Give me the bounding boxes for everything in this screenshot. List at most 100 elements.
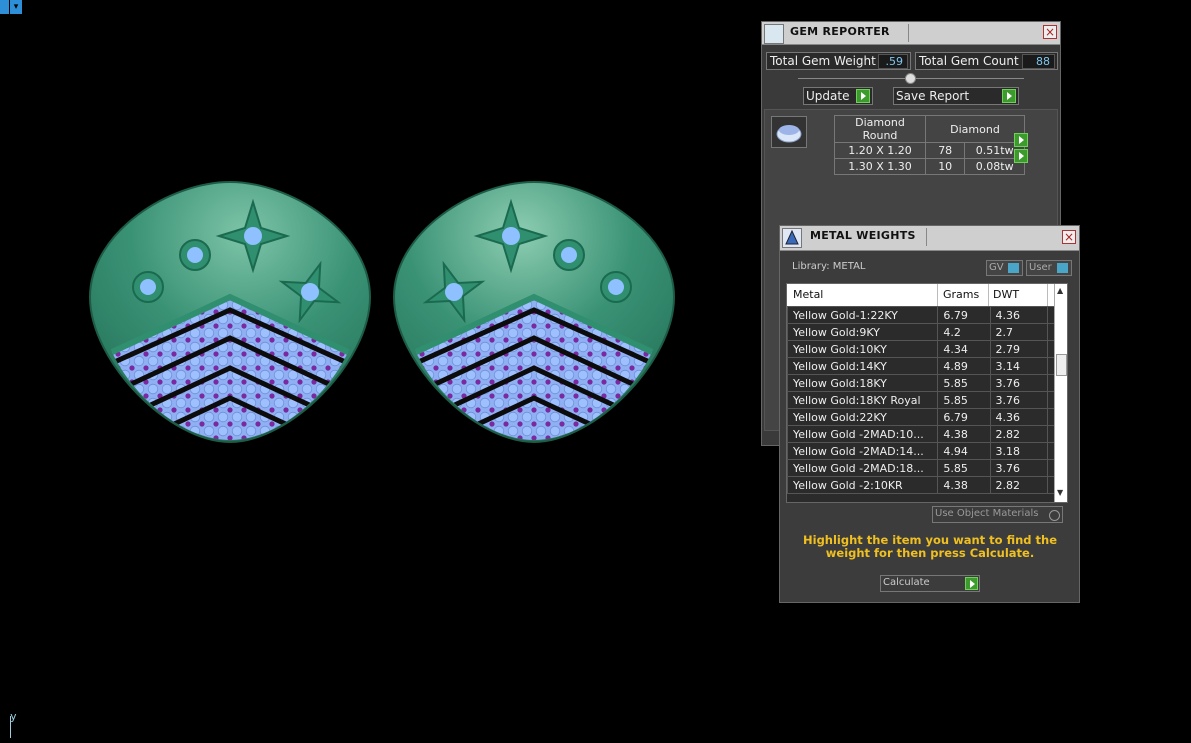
table-row[interactable]: Yellow Gold -2MAD:14... 4.94 3.18 bbox=[787, 442, 1056, 460]
right-earring bbox=[392, 180, 676, 444]
scroll-up-icon[interactable]: ▲ bbox=[1057, 286, 1063, 295]
play-icon[interactable] bbox=[1002, 89, 1016, 103]
total-count-group: Total Gem Count 88 bbox=[915, 52, 1058, 70]
table-row[interactable]: Yellow Gold -2:10KR 4.38 2.82 bbox=[787, 476, 1056, 494]
metal-name: Yellow Gold -2MAD:10... bbox=[787, 425, 939, 443]
column-header-dwt[interactable]: DWT bbox=[993, 288, 1019, 301]
table-row[interactable]: Yellow Gold:18KY Royal 5.85 3.76 bbox=[787, 391, 1056, 409]
metal-grams: 4.38 bbox=[937, 476, 991, 494]
metal-dwt: 2.82 bbox=[989, 425, 1048, 443]
table-row[interactable]: Yellow Gold -2MAD:18... 5.85 3.76 bbox=[787, 459, 1056, 477]
table-row[interactable]: Yellow Gold -2MAD:10... 4.38 2.82 bbox=[787, 425, 1056, 443]
metal-name: Yellow Gold:9KY bbox=[787, 323, 939, 341]
toggle-icon[interactable] bbox=[1057, 263, 1068, 273]
save-report-label: Save Report bbox=[896, 89, 970, 103]
table-row[interactable]: Yellow Gold:10KY 4.34 2.79 bbox=[787, 340, 1056, 358]
table-row[interactable]: Yellow Gold:18KY 5.85 3.76 bbox=[787, 374, 1056, 392]
metal-dwt: 3.18 bbox=[989, 442, 1048, 460]
metal-table-container[interactable]: Metal Grams DWT Yellow Gold-1:22KY 6.79 4.… bbox=[786, 283, 1068, 503]
metal-name: Yellow Gold:18KY Royal bbox=[787, 391, 939, 409]
column-header-grams[interactable]: Grams bbox=[943, 288, 979, 301]
update-button[interactable]: Update bbox=[803, 87, 873, 105]
use-object-materials-checkbox[interactable]: Use Object Materials bbox=[932, 506, 1063, 523]
gem-size: 1.30 X 1.30 bbox=[834, 158, 926, 175]
round-diamond-icon bbox=[771, 116, 807, 148]
play-icon[interactable] bbox=[1014, 149, 1028, 163]
gem-count: 78 bbox=[924, 142, 966, 159]
metal-dwt: 3.76 bbox=[989, 391, 1048, 409]
metal-grams: 4.38 bbox=[937, 425, 991, 443]
metal-name: Yellow Gold:14KY bbox=[787, 357, 939, 375]
table-row[interactable]: Yellow Gold-1:22KY 6.79 4.36 bbox=[787, 306, 1056, 324]
gem-reporter-titlebar[interactable]: GEM REPORTER × bbox=[762, 22, 1060, 45]
gem-shape-header: Diamond Round bbox=[834, 115, 926, 143]
metal-grams: 5.85 bbox=[937, 374, 991, 392]
metal-grams: 5.85 bbox=[937, 459, 991, 477]
metal-name: Yellow Gold:18KY bbox=[787, 374, 939, 392]
table-row[interactable]: Yellow Gold:22KY 6.79 4.36 bbox=[787, 408, 1056, 426]
table-row[interactable]: 1.20 X 1.20 78 0.51tw bbox=[834, 142, 1025, 159]
calculate-label: Calculate bbox=[883, 577, 930, 588]
table-row[interactable]: 1.30 X 1.30 10 0.08tw bbox=[834, 158, 1025, 175]
user-toggle[interactable]: User bbox=[1026, 260, 1072, 276]
table-row[interactable]: Yellow Gold:9KY 4.2 2.7 bbox=[787, 323, 1056, 341]
gem-table: Diamond Round Diamond 1.20 X 1.20 78 0.5… bbox=[834, 115, 1025, 175]
close-icon[interactable]: × bbox=[1062, 230, 1076, 244]
update-label: Update bbox=[806, 89, 850, 103]
column-header-metal[interactable]: Metal bbox=[793, 288, 823, 301]
total-weight-label: Total Gem Weight bbox=[770, 54, 876, 68]
total-count-label: Total Gem Count bbox=[919, 54, 1019, 68]
play-icon[interactable] bbox=[1014, 133, 1028, 147]
metal-dwt: 2.7 bbox=[989, 323, 1048, 341]
metal-grams: 4.89 bbox=[937, 357, 991, 375]
calculate-button[interactable]: Calculate bbox=[880, 575, 980, 592]
close-icon[interactable]: × bbox=[1043, 25, 1057, 39]
splitter-handle[interactable] bbox=[905, 73, 916, 84]
metal-dwt: 3.14 bbox=[989, 357, 1048, 375]
gem-reporter-logo-icon bbox=[764, 24, 784, 44]
save-report-button[interactable]: Save Report bbox=[893, 87, 1019, 105]
gv-label: GV bbox=[989, 262, 1004, 273]
use-object-materials-label: Use Object Materials bbox=[935, 508, 1039, 519]
scrollbar-thumb[interactable] bbox=[1056, 354, 1067, 376]
gem-size: 1.20 X 1.20 bbox=[834, 142, 926, 159]
metal-dwt: 2.82 bbox=[989, 476, 1048, 494]
user-label: User bbox=[1029, 262, 1052, 273]
gem-table-header: Diamond Round Diamond bbox=[834, 115, 1025, 143]
metal-weights-title: METAL WEIGHTS bbox=[810, 229, 916, 242]
scroll-down-icon[interactable]: ▼ bbox=[1057, 488, 1063, 497]
bezel-gem bbox=[132, 271, 164, 303]
bezel-gem bbox=[600, 271, 632, 303]
gem-material-header: Diamond bbox=[925, 115, 1025, 143]
play-icon[interactable] bbox=[856, 89, 870, 103]
toggle-icon[interactable] bbox=[1008, 263, 1019, 273]
gv-toggle[interactable]: GV bbox=[986, 260, 1023, 276]
gem-count: 10 bbox=[924, 158, 966, 175]
metal-name: Yellow Gold -2MAD:18... bbox=[787, 459, 939, 477]
left-earring bbox=[88, 180, 372, 444]
metal-name: Yellow Gold:10KY bbox=[787, 340, 939, 358]
instruction-text: Highlight the item you want to find the … bbox=[803, 533, 1057, 560]
metal-dwt: 3.76 bbox=[989, 374, 1048, 392]
metal-grams: 6.79 bbox=[937, 306, 991, 324]
metal-dwt: 3.76 bbox=[989, 459, 1048, 477]
total-weight-value: .59 bbox=[878, 54, 908, 69]
metal-table: Yellow Gold-1:22KY 6.79 4.36 Yellow Gold:9… bbox=[787, 306, 1056, 494]
metal-dwt: 2.79 bbox=[989, 340, 1048, 358]
metal-table-header: Metal Grams DWT bbox=[787, 284, 1055, 306]
metal-name: Yellow Gold-1:22KY bbox=[787, 306, 939, 324]
metal-weights-titlebar[interactable]: METAL WEIGHTS × bbox=[780, 226, 1079, 251]
table-row[interactable]: Yellow Gold:14KY 4.89 3.14 bbox=[787, 357, 1056, 375]
play-icon[interactable] bbox=[965, 577, 978, 590]
titlebar-divider bbox=[908, 24, 909, 42]
metal-name: Yellow Gold -2:10KR bbox=[787, 476, 939, 494]
metal-name: Yellow Gold:22KY bbox=[787, 408, 939, 426]
metal-table-body: Yellow Gold-1:22KY 6.79 4.36 Yellow Gold:9… bbox=[787, 306, 1056, 494]
metal-grams: 4.94 bbox=[937, 442, 991, 460]
metal-grams: 4.34 bbox=[937, 340, 991, 358]
vertical-scrollbar[interactable]: ▲ ▼ bbox=[1054, 284, 1067, 502]
metal-dwt: 4.36 bbox=[989, 408, 1048, 426]
radio-icon[interactable] bbox=[1049, 510, 1060, 521]
total-count-value: 88 bbox=[1022, 54, 1055, 69]
bezel-gem bbox=[553, 239, 585, 271]
